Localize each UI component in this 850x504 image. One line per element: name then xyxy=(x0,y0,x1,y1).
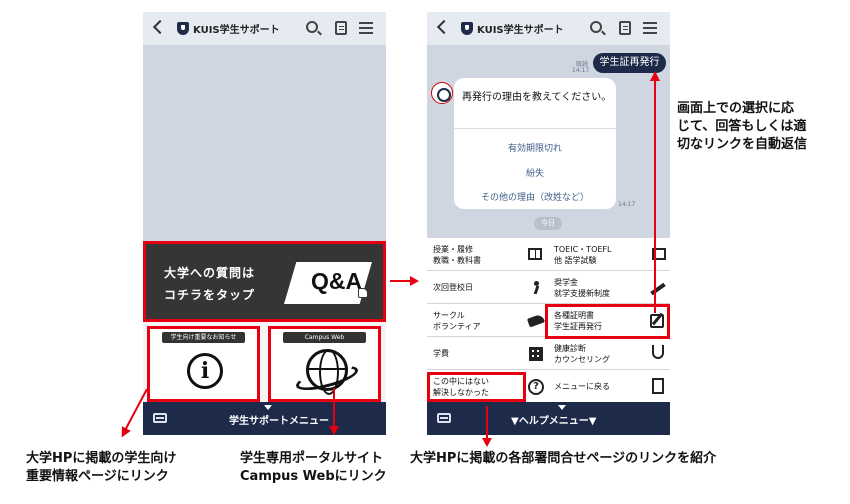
arrow-head xyxy=(650,71,660,81)
menu-item-health-check[interactable]: 健康診断 カウンセリング xyxy=(548,337,670,370)
menu-icon[interactable] xyxy=(359,22,373,24)
bottom-menu-bar[interactable]: ▼ヘルプメニュー▼ xyxy=(427,402,670,435)
arrow-head xyxy=(410,276,419,286)
chat-header: KUIS学生サポート xyxy=(143,12,386,45)
tile-caption: Campus Web xyxy=(283,332,366,343)
menu-item-back-to-menu[interactable]: メニューに戻る xyxy=(548,370,670,402)
menu-item-label: 授業・履修 教職・教科書 xyxy=(433,245,481,265)
shoe-icon xyxy=(526,313,546,328)
search-icon[interactable] xyxy=(590,21,602,33)
question-icon: ? xyxy=(528,379,544,395)
campus-web-tile[interactable]: Campus Web xyxy=(268,326,381,402)
header-title: KUIS学生サポート xyxy=(193,25,280,36)
arrow-head xyxy=(117,426,131,440)
menu-item-label: 奨学金 就学支援新制度 xyxy=(554,278,610,298)
header-title: KUIS学生サポート xyxy=(477,25,564,36)
user-message-bubble: 学生証再発行 xyxy=(593,53,666,73)
bot-message-card: 再発行の理由を教えてください。 有効期限切れ 紛失 その他の理由（改姓など） xyxy=(454,78,616,209)
bot-message-time: 14:17 xyxy=(618,201,636,208)
help-menu-grid: 授業・履修 教職・教科書 TOEIC・TOEFL 他 語学試験 次回登校日 奨学… xyxy=(427,238,670,402)
phone-screen-student-support: KUIS学生サポート 大学への質問は コチラをタップ Q&A 学生向け重要なお知… xyxy=(143,12,386,435)
keyboard-icon[interactable] xyxy=(153,413,167,423)
divider xyxy=(454,128,616,129)
tap-hand-icon xyxy=(358,288,368,298)
back-icon[interactable] xyxy=(152,19,168,35)
bot-avatar xyxy=(431,82,453,104)
menu-item-scholarship[interactable]: 奨学金 就学支援新制度 xyxy=(548,271,670,304)
bot-question: 再発行の理由を教えてください。 xyxy=(462,92,612,103)
option-expired[interactable]: 有効期限切れ xyxy=(454,141,616,154)
arrow-head xyxy=(482,438,492,447)
caret-down-icon xyxy=(558,405,566,410)
highlight-certificates xyxy=(545,304,670,339)
annotation-campus-web: 学生専用ポータルサイト Campus Webにリンク xyxy=(240,451,387,484)
important-notice-tile[interactable]: 学生向け重要なお知らせ i xyxy=(147,326,260,402)
option-lost[interactable]: 紛失 xyxy=(454,166,616,179)
menu-item-language-tests[interactable]: TOEIC・TOEFL 他 語学試験 xyxy=(548,238,670,271)
qa-banner-button[interactable]: 大学への質問は コチラをタップ Q&A xyxy=(143,241,386,322)
tile-caption: 学生向け重要なお知らせ xyxy=(162,332,245,343)
note-icon[interactable] xyxy=(619,21,631,35)
annotation-auto-reply: 画面上での選択に応 じて、回答もしくは適 切なリンクを自動返信 xyxy=(677,101,808,152)
menu-item-label: TOEIC・TOEFL 他 語学試験 xyxy=(554,245,612,265)
chat-header: KUIS学生サポート xyxy=(427,12,670,45)
banner-line1: 大学への質問は xyxy=(164,266,256,280)
walking-person-icon xyxy=(532,281,542,293)
arrow-to-annotation-middle xyxy=(333,388,335,428)
book-icon xyxy=(528,248,542,260)
pencil-icon xyxy=(650,282,666,296)
caret-down-icon xyxy=(264,405,272,410)
info-icon: i xyxy=(187,353,223,389)
menu-label[interactable]: 学生サポートメニュー xyxy=(229,412,329,427)
menu-item-tuition[interactable]: 学費 xyxy=(427,337,548,370)
menu-item-label: メニューに戻る xyxy=(554,382,610,391)
date-pill: 今日 xyxy=(534,217,562,230)
back-icon[interactable] xyxy=(436,19,452,35)
highlight-not-resolved xyxy=(427,372,526,402)
arrow-to-chat xyxy=(654,80,656,313)
annotation-department-links: 大学HPに掲載の各部署問合せページのリンクを紹介 xyxy=(410,451,717,466)
arrow-to-phone2 xyxy=(390,280,412,282)
annotation-important-info: 大学HPに掲載の学生向け 重要情報ページにリンク xyxy=(26,451,177,484)
message-time: 14:17 xyxy=(572,67,590,74)
menu-label[interactable]: ▼ヘルプメニュー▼ xyxy=(511,412,596,427)
shield-icon xyxy=(177,22,189,35)
bottom-menu-bar[interactable]: 学生サポートメニュー xyxy=(143,402,386,435)
shield-icon xyxy=(461,22,473,35)
exit-door-icon xyxy=(652,378,664,394)
menu-icon[interactable] xyxy=(643,22,657,24)
search-icon[interactable] xyxy=(306,21,318,33)
menu-item-circles[interactable]: サークル ボランティア xyxy=(427,304,548,337)
building-icon xyxy=(529,347,543,361)
arrow-to-annotation-right xyxy=(486,406,488,440)
option-other[interactable]: その他の理由（改姓など） xyxy=(454,190,616,203)
note-icon[interactable] xyxy=(335,21,347,35)
menu-item-label: 次回登校日 xyxy=(433,283,473,292)
arrow-head xyxy=(329,426,339,435)
menu-item-label: 学費 xyxy=(433,349,449,358)
banner-line2: コチラをタップ xyxy=(164,288,256,302)
keyboard-icon[interactable] xyxy=(437,413,451,423)
menu-item-label: 健康診断 カウンセリング xyxy=(554,344,610,364)
menu-item-classes[interactable]: 授業・履修 教職・教科書 xyxy=(427,238,548,271)
stethoscope-icon xyxy=(652,345,664,359)
phone-screen-help-menu: KUIS学生サポート 既読 14:17 学生証再発行 再発行の理由を教えてくださ… xyxy=(427,12,670,435)
menu-item-next-school-day[interactable]: 次回登校日 xyxy=(427,271,548,304)
qa-badge-text: Q&A xyxy=(311,268,363,294)
menu-item-label: サークル ボランティア xyxy=(433,311,481,331)
